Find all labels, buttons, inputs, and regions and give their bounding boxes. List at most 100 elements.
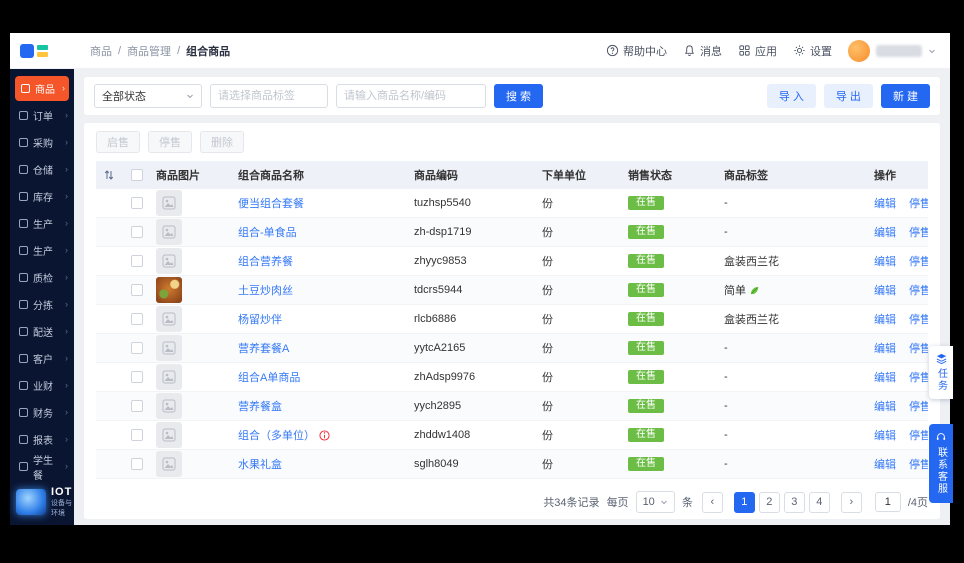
sidebar-item[interactable]: 库存 › xyxy=(10,183,74,210)
product-name-link[interactable]: 组合-单食品 xyxy=(238,224,297,240)
sidebar-footer-iot[interactable]: IOT 设备与环境 xyxy=(10,480,74,528)
stop-sale-link[interactable]: 停售 xyxy=(909,282,928,298)
customer-service-float-tab[interactable]: 联系客服 xyxy=(929,424,953,503)
stop-sale-link[interactable]: 停售 xyxy=(909,340,928,356)
sidebar-item[interactable]: 采购 › xyxy=(10,129,74,156)
prev-page-button[interactable]: ‹ xyxy=(701,491,723,513)
sidebar-item[interactable]: 报表 › xyxy=(10,426,74,453)
status-badge: 在售 xyxy=(628,225,664,239)
breadcrumb-item-goods-manage[interactable]: 商品管理 xyxy=(127,43,171,59)
product-image xyxy=(156,364,182,390)
edit-link[interactable]: 编辑 xyxy=(874,456,896,472)
product-name-link[interactable]: 营养套餐A xyxy=(238,340,289,356)
page-number-button[interactable]: 3 xyxy=(783,491,805,513)
sidebar-item[interactable]: 仓储 › xyxy=(10,156,74,183)
row-checkbox[interactable] xyxy=(131,284,143,296)
task-float-tab[interactable]: 任务 xyxy=(929,346,953,399)
sidebar-item[interactable]: 分拣 › xyxy=(10,291,74,318)
edit-link[interactable]: 编辑 xyxy=(874,398,896,414)
stop-sale-link[interactable]: 停售 xyxy=(909,369,928,385)
table-row: 杨留炒伴 rlcb6886 份 在售 盒装西兰花 编辑 停售 删除 xyxy=(96,305,928,334)
sidebar-item[interactable]: 商品 › xyxy=(15,76,69,101)
menu-icon xyxy=(19,462,28,471)
product-name-link[interactable]: 组合A单商品 xyxy=(238,369,300,385)
edit-link[interactable]: 编辑 xyxy=(874,282,896,298)
sidebar-item[interactable]: 配送 › xyxy=(10,318,74,345)
row-checkbox[interactable] xyxy=(131,313,143,325)
row-checkbox[interactable] xyxy=(131,255,143,267)
select-all-checkbox[interactable] xyxy=(131,169,143,181)
sort-columns-icon[interactable] xyxy=(103,169,115,181)
stop-sale-link[interactable]: 停售 xyxy=(909,195,928,211)
stop-sale-link[interactable]: 停售 xyxy=(909,456,928,472)
chevron-right-icon: › xyxy=(65,326,68,336)
product-name-link[interactable]: 土豆炒肉丝 xyxy=(238,282,293,298)
search-button[interactable]: 搜 索 xyxy=(494,84,544,108)
page-number-button[interactable]: 2 xyxy=(758,491,780,513)
stop-sale-link[interactable]: 停售 xyxy=(909,398,928,414)
help-center-button[interactable]: 帮助中心 xyxy=(606,43,667,59)
user-menu[interactable] xyxy=(848,39,936,62)
edit-link[interactable]: 编辑 xyxy=(874,253,896,269)
bulk-delete-button[interactable]: 删除 xyxy=(200,131,244,153)
sidebar-item[interactable]: 学生餐 › xyxy=(10,453,74,482)
stop-sale-link[interactable]: 停售 xyxy=(909,311,928,327)
edit-link[interactable]: 编辑 xyxy=(874,195,896,211)
next-page-button[interactable]: › xyxy=(840,491,862,513)
bulk-stop-sale-button[interactable]: 停售 xyxy=(148,131,192,153)
edit-link[interactable]: 编辑 xyxy=(874,369,896,385)
import-button[interactable]: 导 入 xyxy=(766,84,816,108)
settings-button[interactable]: 设置 xyxy=(793,43,832,59)
sidebar-item[interactable]: 质检 › xyxy=(10,264,74,291)
product-name-link[interactable]: 水果礼盒 xyxy=(238,456,282,472)
export-button[interactable]: 导 出 xyxy=(823,84,873,108)
page-number-button[interactable]: 1 xyxy=(733,491,755,513)
create-button[interactable]: 新 建 xyxy=(880,84,930,108)
edit-link[interactable]: 编辑 xyxy=(874,340,896,356)
menu-icon xyxy=(19,138,28,147)
messages-button[interactable]: 消息 xyxy=(683,43,722,59)
edit-link[interactable]: 编辑 xyxy=(874,427,896,443)
row-checkbox[interactable] xyxy=(131,226,143,238)
stop-sale-link[interactable]: 停售 xyxy=(909,253,928,269)
bulk-enable-sale-button[interactable]: 启售 xyxy=(96,131,140,153)
product-name-link[interactable]: 营养餐盒 xyxy=(238,398,282,414)
order-unit: 份 xyxy=(542,256,553,268)
app-logo[interactable] xyxy=(20,43,76,58)
product-image xyxy=(156,219,182,245)
edit-link[interactable]: 编辑 xyxy=(874,311,896,327)
status-select[interactable]: 全部状态 xyxy=(94,84,202,108)
product-name-link[interactable]: 组合营养餐 xyxy=(238,253,293,269)
product-name-link[interactable]: 组合（多单位） xyxy=(238,427,315,443)
apps-button[interactable]: 应用 xyxy=(738,43,777,59)
per-page-select[interactable]: 10 xyxy=(635,491,675,513)
row-checkbox[interactable] xyxy=(131,458,143,470)
sidebar-item[interactable]: 业财 › xyxy=(10,372,74,399)
page-jump-input[interactable] xyxy=(874,492,901,512)
edit-link[interactable]: 编辑 xyxy=(874,224,896,240)
stop-sale-link[interactable]: 停售 xyxy=(909,224,928,240)
product-code: yych2895 xyxy=(414,400,462,412)
app-window: 商品 / 商品管理 / 组合商品 帮助中心 消息 应用 设置 商品 › 订单 ›… xyxy=(10,33,950,525)
table-header: 商品图片 组合商品名称 商品编码 下单单位 销售状态 商品标签 操作 xyxy=(96,161,928,189)
tag-filter-input[interactable] xyxy=(210,84,328,108)
row-checkbox[interactable] xyxy=(131,371,143,383)
sidebar-item[interactable]: 订单 › xyxy=(10,102,74,129)
row-checkbox[interactable] xyxy=(131,197,143,209)
stop-sale-link[interactable]: 停售 xyxy=(909,427,928,443)
product-name-link[interactable]: 便当组合套餐 xyxy=(238,195,304,211)
row-checkbox[interactable] xyxy=(131,342,143,354)
row-checkbox[interactable] xyxy=(131,400,143,412)
header-product-name: 组合商品名称 xyxy=(238,170,304,182)
sidebar-item[interactable]: 财务 › xyxy=(10,399,74,426)
page-number-button[interactable]: 4 xyxy=(808,491,830,513)
row-checkbox[interactable] xyxy=(131,429,143,441)
sidebar-item[interactable]: 生产 › xyxy=(10,237,74,264)
table-row: 土豆炒肉丝 tdcrs5944 份 在售 简单 编辑 停售 删除 xyxy=(96,276,928,305)
sidebar-item[interactable]: 客户 › xyxy=(10,345,74,372)
sidebar-item[interactable]: 生产 › xyxy=(10,210,74,237)
order-unit: 份 xyxy=(542,314,553,326)
product-name-link[interactable]: 杨留炒伴 xyxy=(238,311,282,327)
breadcrumb-item-goods[interactable]: 商品 xyxy=(90,43,112,59)
name-filter-input[interactable] xyxy=(336,84,486,108)
